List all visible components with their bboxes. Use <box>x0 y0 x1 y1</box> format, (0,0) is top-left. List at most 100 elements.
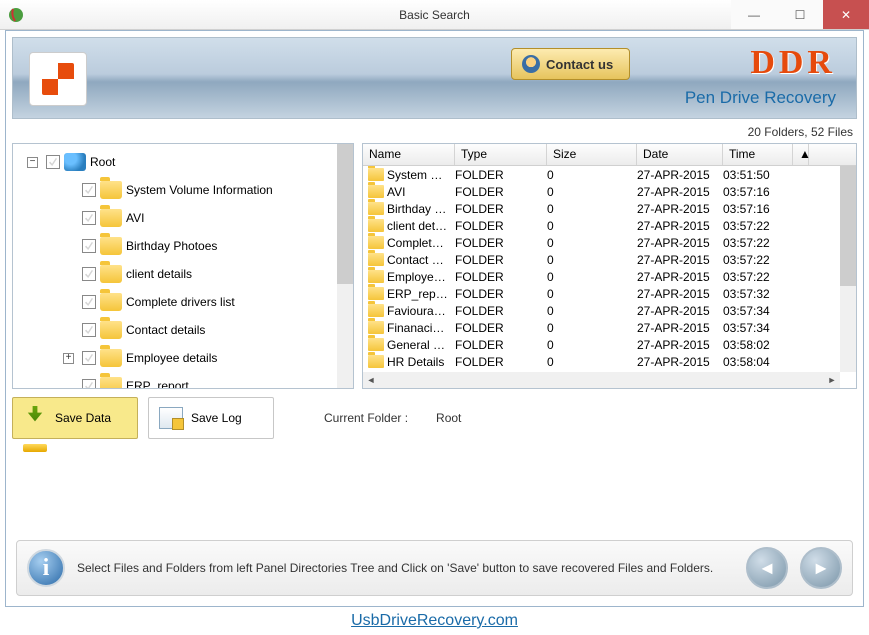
expand-icon[interactable]: + <box>63 353 74 364</box>
checkbox[interactable] <box>82 351 96 365</box>
folder-icon <box>368 287 384 300</box>
tree-root-label[interactable]: Root <box>90 155 115 169</box>
folder-icon <box>100 377 122 389</box>
cell-size: 0 <box>547 253 637 267</box>
cell-name: Employee de... <box>387 270 455 284</box>
cell-type: FOLDER <box>455 287 547 301</box>
cell-size: 0 <box>547 355 637 369</box>
cell-date: 27-APR-2015 <box>637 270 723 284</box>
list-row[interactable]: General Doc...FOLDER027-APR-201503:58:02 <box>363 336 856 353</box>
tree-item[interactable]: System Volume Information <box>17 176 335 204</box>
scroll-left-icon[interactable]: ◄ <box>363 372 379 388</box>
maximize-button[interactable]: ☐ <box>777 0 823 29</box>
tree-scrollbar[interactable] <box>337 144 353 388</box>
tree-item[interactable]: ERP_report <box>17 372 335 389</box>
cell-size: 0 <box>547 185 637 199</box>
folder-icon <box>368 270 384 283</box>
list-row[interactable]: ERP_reportFOLDER027-APR-201503:57:32 <box>363 285 856 302</box>
list-row[interactable]: Contact detailsFOLDER027-APR-201503:57:2… <box>363 251 856 268</box>
cell-name: Contact details <box>387 253 455 267</box>
checkbox[interactable] <box>82 267 96 281</box>
list-header[interactable]: Name Type Size Date Time ▲ <box>363 144 856 166</box>
brand-subtitle: Pen Drive Recovery <box>685 88 836 108</box>
cell-name: Finanacial R... <box>387 321 455 335</box>
cell-time: 03:58:02 <box>723 338 793 352</box>
minimize-button[interactable]: — <box>731 0 777 29</box>
cell-time: 03:51:50 <box>723 168 793 182</box>
cell-time: 03:57:34 <box>723 304 793 318</box>
list-row[interactable]: Faviourate P...FOLDER027-APR-201503:57:3… <box>363 302 856 319</box>
scroll-right-icon[interactable]: ► <box>824 372 840 388</box>
list-row[interactable]: Birthday Pho...FOLDER027-APR-201503:57:1… <box>363 200 856 217</box>
cell-date: 27-APR-2015 <box>637 236 723 250</box>
stats-label: 20 Folders, 52 Files <box>12 119 857 143</box>
contact-label: Contact us <box>546 57 613 72</box>
cell-date: 27-APR-2015 <box>637 219 723 233</box>
checkbox[interactable] <box>82 211 96 225</box>
folder-icon <box>100 209 122 227</box>
hint-bar: i Select Files and Folders from left Pan… <box>16 540 853 596</box>
cell-type: FOLDER <box>455 202 547 216</box>
tree-item-label: Complete drivers list <box>126 295 235 309</box>
list-row[interactable]: Employee de...FOLDER027-APR-201503:57:22 <box>363 268 856 285</box>
cell-date: 27-APR-2015 <box>637 185 723 199</box>
footer-link[interactable]: UsbDriveRecovery.com <box>0 612 869 630</box>
list-vscrollbar[interactable] <box>840 166 856 372</box>
list-row[interactable]: AVIFOLDER027-APR-201503:57:16 <box>363 183 856 200</box>
prev-button[interactable]: ◄ <box>746 547 788 589</box>
cell-name: Birthday Pho... <box>387 202 455 216</box>
next-button[interactable]: ► <box>800 547 842 589</box>
list-row[interactable]: Finanacial R...FOLDER027-APR-201503:57:3… <box>363 319 856 336</box>
save-log-button[interactable]: Save Log <box>148 397 274 439</box>
tree-item[interactable]: Birthday Photoes <box>17 232 335 260</box>
checkbox[interactable] <box>82 295 96 309</box>
folder-icon <box>100 321 122 339</box>
cell-size: 0 <box>547 219 637 233</box>
list-row[interactable]: HR DetailsFOLDER027-APR-201503:58:04 <box>363 353 856 370</box>
folder-icon <box>368 321 384 334</box>
cell-type: FOLDER <box>455 236 547 250</box>
contact-us-button[interactable]: Contact us <box>511 48 630 80</box>
folder-icon <box>368 253 384 266</box>
collapse-icon[interactable]: − <box>27 157 38 168</box>
checkbox[interactable] <box>82 239 96 253</box>
list-row[interactable]: client detailsFOLDER027-APR-201503:57:22 <box>363 217 856 234</box>
tree-item-label: client details <box>126 267 192 281</box>
folder-icon <box>368 219 384 232</box>
cell-time: 03:57:22 <box>723 270 793 284</box>
folder-icon <box>100 181 122 199</box>
window-title: Basic Search <box>399 8 470 22</box>
checkbox[interactable] <box>82 323 96 337</box>
cell-time: 03:57:16 <box>723 202 793 216</box>
app-icon <box>8 7 24 23</box>
tree-item[interactable]: +Employee details <box>17 344 335 372</box>
logo-box <box>29 52 87 106</box>
info-icon: i <box>27 549 65 587</box>
col-size[interactable]: Size <box>547 144 637 165</box>
save-data-button[interactable]: Save Data <box>12 397 138 439</box>
checkbox[interactable] <box>82 379 96 389</box>
checkbox[interactable] <box>46 155 60 169</box>
cell-date: 27-APR-2015 <box>637 202 723 216</box>
cell-date: 27-APR-2015 <box>637 168 723 182</box>
cell-time: 03:57:22 <box>723 253 793 267</box>
col-type[interactable]: Type <box>455 144 547 165</box>
col-name[interactable]: Name <box>363 144 455 165</box>
col-date[interactable]: Date <box>637 144 723 165</box>
cell-type: FOLDER <box>455 219 547 233</box>
close-button[interactable]: ✕ <box>823 0 869 29</box>
list-hscrollbar[interactable]: ◄ ► <box>363 372 840 388</box>
checkbox[interactable] <box>82 183 96 197</box>
tree-item[interactable]: AVI <box>17 204 335 232</box>
cell-time: 03:58:04 <box>723 355 793 369</box>
cell-time: 03:57:16 <box>723 185 793 199</box>
cell-size: 0 <box>547 270 637 284</box>
tree-item[interactable]: Contact details <box>17 316 335 344</box>
cell-date: 27-APR-2015 <box>637 304 723 318</box>
cell-type: FOLDER <box>455 338 547 352</box>
tree-item[interactable]: client details <box>17 260 335 288</box>
col-time[interactable]: Time <box>723 144 793 165</box>
tree-item[interactable]: Complete drivers list <box>17 288 335 316</box>
list-row[interactable]: System Volu...FOLDER027-APR-201503:51:50 <box>363 166 856 183</box>
list-row[interactable]: Complete dri...FOLDER027-APR-201503:57:2… <box>363 234 856 251</box>
